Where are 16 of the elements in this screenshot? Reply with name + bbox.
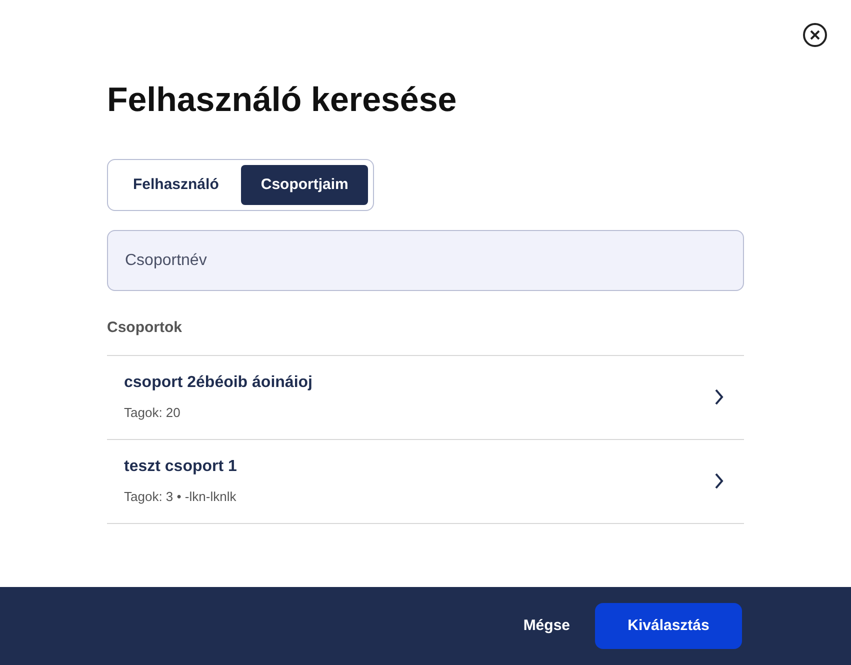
close-icon [810, 30, 820, 40]
confirm-button[interactable]: Kiválasztás [595, 603, 742, 649]
chevron-right-icon [714, 389, 724, 405]
group-row[interactable]: teszt csoport 1 Tagok: 3 • -lkn-lknlk [107, 440, 744, 524]
section-label: Csoportok [107, 318, 182, 338]
group-name: teszt csoport 1 [124, 457, 237, 478]
group-name: csoport 2ébéoib áoináioj [124, 373, 312, 394]
group-meta: Tagok: 3 • -lkn-lknlk [124, 488, 236, 506]
group-row[interactable]: csoport 2ébéoib áoináioj Tagok: 20 [107, 356, 744, 440]
cancel-button[interactable]: Mégse [523, 614, 570, 638]
chevron-right-icon [714, 473, 724, 489]
search-field[interactable]: Csoportnév [107, 230, 744, 291]
tab[interactable]: Csoportjaim [240, 165, 368, 205]
close-button[interactable] [803, 23, 827, 47]
group-meta: Tagok: 20 [124, 404, 180, 422]
dialog-title: Felhasználó keresése [107, 80, 457, 121]
